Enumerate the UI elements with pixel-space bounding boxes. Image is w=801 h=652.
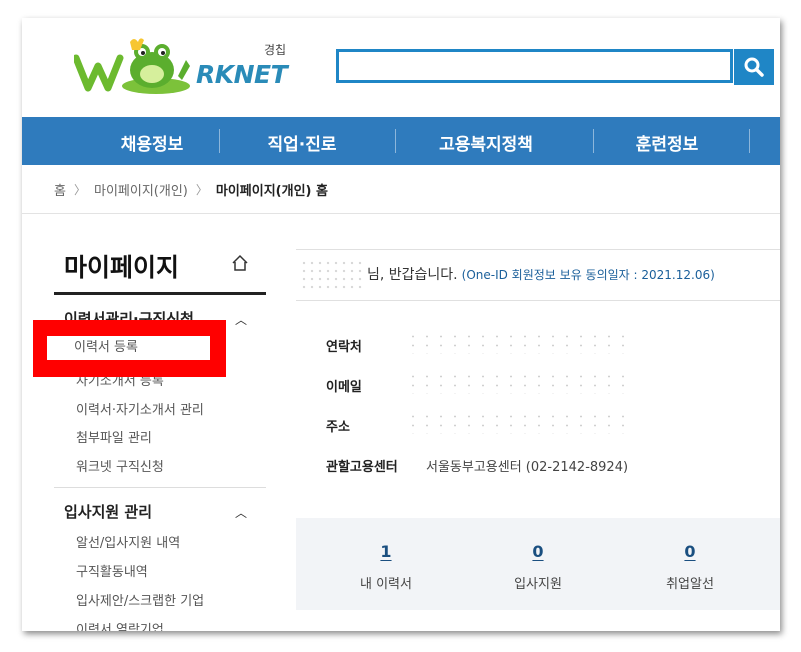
greeting-text: 님, 반갑습니다. (One-ID 회원정보 보유 동의일자 : 2021.12.…: [367, 264, 715, 284]
center-value: 서울동부고용센터 (02-2142-8924): [426, 460, 629, 475]
logo-wordmark: RKNET: [196, 60, 288, 89]
nav-item-welfare[interactable]: 고용복지정책: [406, 130, 566, 155]
sidebar-item-attachment[interactable]: 첨부파일 관리: [76, 427, 152, 446]
sidebar-item-offers[interactable]: 입사제안/스크랩한 기업: [76, 590, 204, 609]
sidebar-title: 마이페이지: [64, 253, 180, 282]
stat-resume-label: 내 이력서: [360, 577, 412, 592]
center-label: 관할고용센터: [326, 460, 398, 475]
sidebar-item-activity[interactable]: 구직활동내역: [76, 561, 148, 580]
nav-divider: [395, 129, 396, 153]
breadcrumb-home[interactable]: 홈: [54, 180, 66, 199]
chevron-right-icon: 〉: [73, 183, 86, 197]
breadcrumb: 홈 〉 마이페이지(개인) 〉 마이페이지(개인) 홈: [54, 180, 328, 199]
search-input[interactable]: [336, 49, 733, 83]
stat-referral-count[interactable]: 0: [684, 542, 695, 561]
stat-resume-count[interactable]: 1: [380, 542, 391, 561]
stat-referral-label: 취업알선: [666, 577, 714, 592]
divider: [22, 213, 780, 214]
sidebar-item-application-history[interactable]: 알선/입사지원 내역: [76, 532, 180, 551]
stat-application-count[interactable]: 0: [532, 542, 543, 561]
section-application-heading[interactable]: 입사지원 관리: [64, 501, 152, 522]
nav-item-career[interactable]: 직업·진로: [232, 130, 372, 155]
sidebar-item-resume-manage[interactable]: 이력서·자기소개서 관리: [76, 399, 204, 418]
email-label: 이메일: [326, 380, 362, 395]
nav-item-jobs[interactable]: 채용정보: [82, 130, 222, 155]
contact-label: 연락처: [326, 340, 362, 355]
sidebar-item-viewed-companies[interactable]: 이력서 열람기업: [76, 619, 164, 631]
contact-redacted: [406, 332, 626, 354]
browser-window: RKNET 경칩 채용정보 직업·진로 고용복지정책 훈련정보 홈 〉 마이페이…: [22, 18, 780, 631]
stat-application-label: 입사지원: [514, 577, 562, 592]
stat-resume[interactable]: 1 내 이력서: [326, 542, 446, 592]
chevron-up-icon[interactable]: ︿: [235, 504, 247, 521]
chevron-up-icon[interactable]: ︿: [235, 311, 247, 328]
logo-note: 경칩: [264, 43, 287, 57]
main-nav: 채용정보 직업·진로 고용복지정책 훈련정보: [22, 117, 780, 165]
chevron-right-icon: 〉: [195, 183, 208, 197]
sidebar-item-job-apply[interactable]: 워크넷 구직신청: [76, 456, 164, 475]
nav-divider: [593, 129, 594, 153]
frog-logo-icon: [72, 38, 190, 94]
stat-application[interactable]: 0 입사지원: [478, 542, 598, 592]
nav-divider: [749, 129, 750, 153]
stats-panel: 1 내 이력서 0 입사지원 0 취업알선: [296, 518, 780, 610]
search-button[interactable]: [734, 49, 774, 85]
worknet-logo[interactable]: RKNET 경칩: [72, 36, 294, 100]
nav-item-training[interactable]: 훈련정보: [597, 130, 737, 155]
search-icon: [744, 57, 764, 77]
breadcrumb-current: 마이페이지(개인) 홈: [215, 184, 328, 199]
consent-date: (One-ID 회원정보 보유 동의일자 : 2021.12.06): [461, 268, 715, 282]
user-name-redacted: [300, 259, 362, 289]
stat-referral[interactable]: 0 취업알선: [630, 542, 750, 592]
sidebar-title-rule: [54, 292, 266, 295]
nav-divider: [219, 129, 220, 153]
greeting-message: 님, 반갑습니다.: [367, 267, 458, 283]
section-divider: [54, 487, 266, 488]
sidebar-item-resume-register[interactable]: 이력서 등록: [47, 336, 210, 360]
breadcrumb-mypage[interactable]: 마이페이지(개인): [94, 180, 188, 199]
address-label: 주소: [326, 420, 350, 435]
email-redacted: [406, 372, 626, 394]
home-icon[interactable]: [231, 254, 249, 272]
address-redacted: [406, 412, 626, 434]
